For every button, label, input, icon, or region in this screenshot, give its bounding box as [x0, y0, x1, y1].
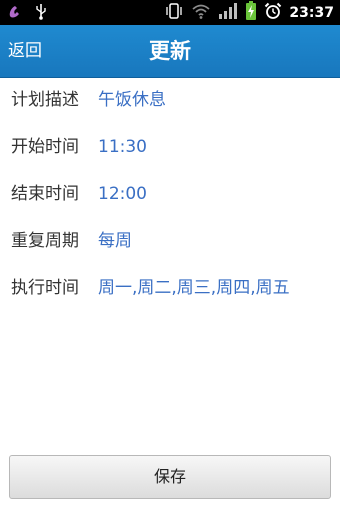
form-row-repeat-cycle[interactable]: 重复周期 每周 — [0, 218, 340, 265]
page-title: 更新 — [149, 39, 191, 63]
end-time-label: 结束时间 — [11, 184, 79, 204]
status-time: 23:37 — [289, 4, 334, 21]
form-row-end-time[interactable]: 结束时间 12:00 — [0, 171, 340, 218]
execution-days-label: 执行时间 — [11, 278, 79, 298]
title-bar: 更新 返回 — [0, 25, 340, 78]
signal-icon — [218, 2, 238, 24]
back-button[interactable]: 返回 — [8, 25, 42, 77]
end-time-value[interactable]: 12:00 — [98, 171, 147, 218]
description-value[interactable]: 午饭休息 — [98, 77, 166, 124]
usb-icon — [34, 2, 48, 24]
alarm-icon — [264, 2, 282, 24]
start-time-value[interactable]: 11:30 — [98, 124, 147, 171]
form-row-start-time[interactable]: 开始时间 11:30 — [0, 124, 340, 171]
start-time-label: 开始时间 — [11, 137, 79, 157]
save-button[interactable]: 保存 — [9, 455, 331, 499]
description-label: 计划描述 — [11, 90, 79, 110]
missed-call-icon — [6, 2, 24, 24]
status-bar-right: 23:37 — [164, 0, 334, 25]
status-bar: 23:37 — [0, 0, 340, 25]
vibrate-icon — [164, 2, 184, 24]
status-bar-left — [6, 2, 48, 23]
form-row-description[interactable]: 计划描述 午饭休息 — [0, 77, 340, 124]
repeat-cycle-label: 重复周期 — [11, 231, 79, 251]
repeat-cycle-value[interactable]: 每周 — [98, 218, 132, 265]
battery-charging-icon — [245, 0, 257, 25]
plan-form: 计划描述 午饭休息 开始时间 11:30 结束时间 12:00 重复周期 每周 … — [0, 77, 340, 312]
form-row-execution-days[interactable]: 执行时间 周一,周二,周三,周四,周五 — [0, 265, 340, 312]
wifi-icon — [191, 2, 211, 24]
execution-days-value[interactable]: 周一,周二,周三,周四,周五 — [98, 265, 290, 312]
